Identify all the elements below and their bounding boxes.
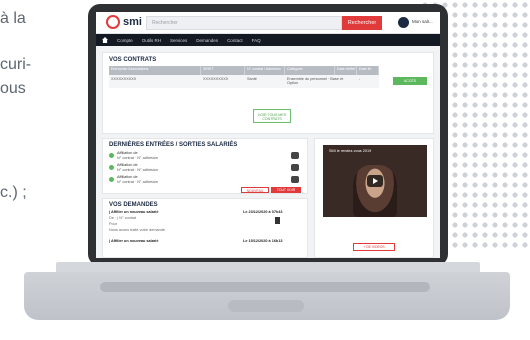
request-date: Le 15/12/2020 à 16h13 [243,239,283,243]
new-movement-button[interactable]: NOUVEAU [241,187,269,193]
table-cell: Santé [247,77,257,81]
status-dot-icon [109,153,114,158]
list-item-title: Affiliation de [117,175,138,179]
list-item-title: Affiliation de [117,151,138,155]
background-text: c.) ; [0,184,27,201]
list-item-title: Affiliation de [117,163,138,167]
nav-item-outils-rh[interactable]: Outils RH [142,38,161,43]
message-icon[interactable] [291,176,299,183]
request-title[interactable]: | Affilier un nouveau salarié [109,239,158,243]
view-all-contracts-button[interactable]: VOIR TOUS MES CONTRATS [253,109,291,123]
request-title[interactable]: | Affilier un nouveau salarié [109,210,158,214]
list-item-subtitle: N° contrat · N° adhésion [117,156,159,160]
request-date: Le 23/12/2020 à 07h43 [243,210,283,214]
nav-item-contact[interactable]: Contact [227,38,243,43]
logo-text: smi [123,16,142,28]
column-header: Date d'effet [335,66,357,75]
play-icon[interactable] [367,175,383,187]
request-status: Nous avons traité votre demande [109,228,165,232]
list-item[interactable]: Affiliation de N° contrat · N° adhésion [109,175,303,185]
laptop-trackpad [228,300,304,312]
message-icon[interactable] [291,152,299,159]
request-detail: Pour [109,222,118,226]
movements-title: DERNIÈRES ENTRÉES / SORTIES SALARIÉS [109,142,238,148]
nav-item-demandes[interactable]: Demandes [196,38,218,43]
video-thumbnail [353,165,397,217]
search-button[interactable]: Rechercher [342,16,382,30]
requests-card: VOS DEMANDES | Affilier un nouveau salar… [102,198,308,258]
nav-item-compte[interactable]: Compte [117,38,133,43]
user-menu[interactable]: Mon salr... [412,19,433,24]
document-icon[interactable] [275,217,280,224]
list-item-subtitle: N° contrat · N° adhésion [117,168,159,172]
app-header: smi Rechercher Rechercher Mon salr... [96,12,440,34]
contracts-table-header: Entreprise Associations SIRET N° contrat… [109,66,379,75]
see-all-movements-button[interactable]: TOUT VOIR [271,187,301,193]
video-card: SMI le rendez-vous 2019 + DE VIDÉOS [314,138,434,258]
list-item[interactable]: Affiliation de N° contrat · N° adhésion [109,163,303,173]
table-row: XXXXXXXXXX XXXXXXXXXX Santé Ensemble du … [109,75,379,88]
list-item-subtitle: N° contrat · N° adhésion [117,180,159,184]
request-detail: De · | N° contrat [109,216,137,220]
table-cell: XXXXXXXXXX [111,77,137,81]
table-cell: - [359,77,361,81]
contracts-title: VOS CONTRATS [109,57,157,63]
contracts-card: VOS CONTRATS Entreprise Associations SIR… [102,52,434,134]
column-header: Date fin [357,66,379,75]
main-nav: Compte Outils RH Services Demandes Conta… [96,34,440,46]
search-input[interactable]: Rechercher [146,16,342,30]
table-cell: Ensemble du personnel · Base et Option [287,77,344,86]
status-dot-icon [109,165,114,170]
requests-title: VOS DEMANDES [109,202,158,208]
table-cell: XXXXXXXXXX [203,77,229,81]
background-text: curi- [0,56,32,73]
column-header: Entreprise Associations [109,66,201,75]
laptop-screen: smi Rechercher Rechercher Mon salr... Co… [96,12,440,258]
nav-item-faq[interactable]: FAQ [252,38,261,43]
laptop-keyboard [100,282,430,292]
status-dot-icon [109,177,114,182]
logo-icon [106,15,120,29]
more-videos-button[interactable]: + DE VIDÉOS [353,243,395,251]
column-header: Catégorie [285,66,335,75]
column-header: N° contrat / Adhésion [245,66,285,75]
contract-access-button[interactable]: ACCÈS [393,77,427,85]
background-text: à la [0,10,26,27]
movements-card: DERNIÈRES ENTRÉES / SORTIES SALARIÉS Aff… [102,138,308,194]
background-text: ous [0,80,26,97]
nav-item-services[interactable]: Services [170,38,187,43]
video-player[interactable]: SMI le rendez-vous 2019 [323,145,427,217]
message-icon[interactable] [291,164,299,171]
home-icon[interactable] [102,37,108,43]
avatar[interactable] [398,17,409,28]
column-header: SIRET [201,66,245,75]
laptop-base [24,272,510,320]
logo[interactable]: smi [106,15,142,29]
video-title: SMI le rendez-vous 2019 [329,149,372,153]
list-item[interactable]: Affiliation de N° contrat · N° adhésion [109,151,303,161]
